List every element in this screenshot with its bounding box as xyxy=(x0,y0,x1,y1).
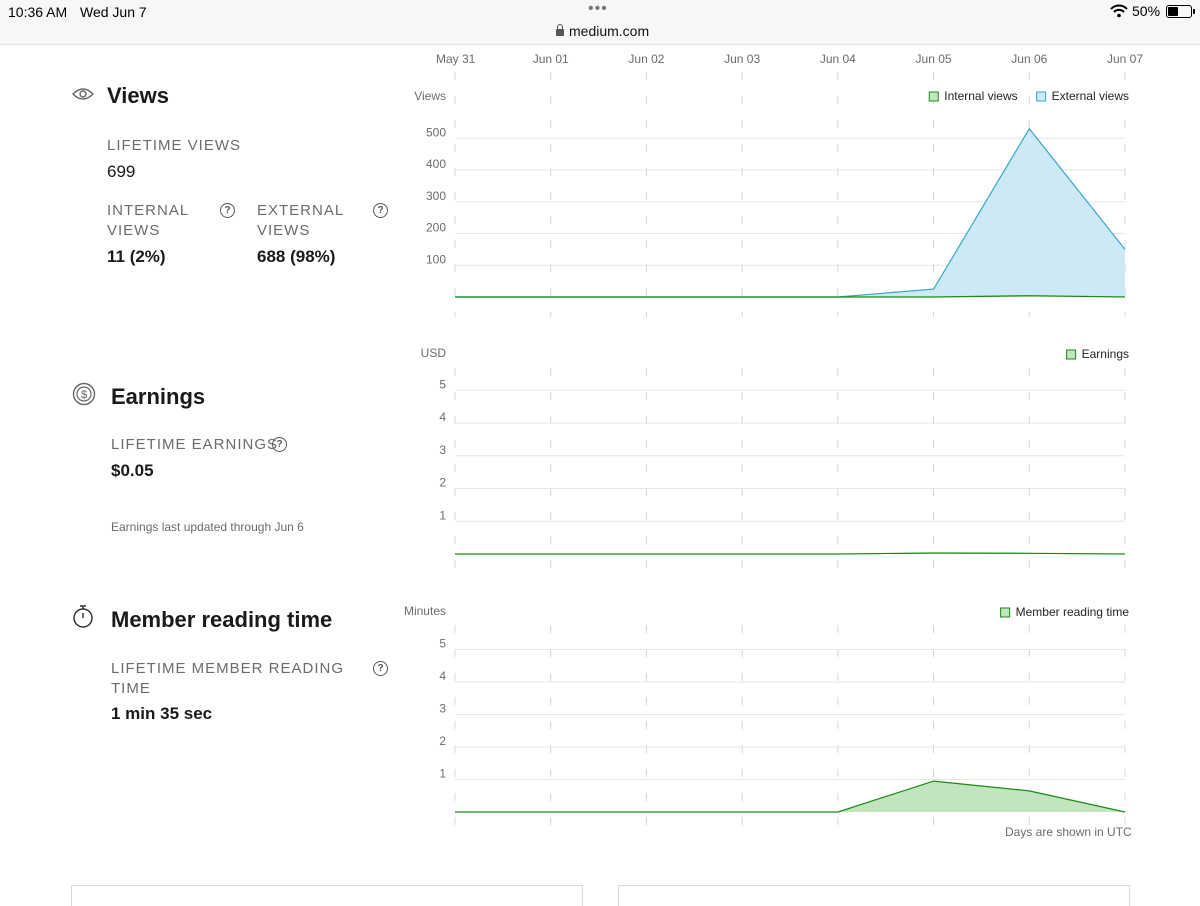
series-area xyxy=(455,781,1125,812)
x-tick-label: Jun 01 xyxy=(533,52,569,66)
y-axis-label: Views xyxy=(414,89,446,103)
bottom-card-right xyxy=(618,885,1130,906)
y-axis-label: Minutes xyxy=(404,604,446,618)
y-tick-label: 2 xyxy=(439,734,446,748)
series-area xyxy=(455,128,1125,297)
legend-label: Internal views xyxy=(944,89,1017,103)
x-tick-label: May 31 xyxy=(436,52,476,66)
x-tick-label: Jun 05 xyxy=(916,52,952,66)
y-tick-label: 3 xyxy=(439,443,446,457)
legend-swatch xyxy=(928,91,939,102)
series-line xyxy=(455,552,1126,555)
y-tick-label: 200 xyxy=(426,221,446,235)
x-tick-label: Jun 07 xyxy=(1107,52,1143,66)
y-tick-label: 1 xyxy=(439,508,446,522)
y-tick-label: 5 xyxy=(439,637,446,651)
y-tick-label: 4 xyxy=(439,669,446,683)
legend-label: Earnings xyxy=(1082,347,1129,361)
legend-swatch xyxy=(1036,91,1047,102)
y-tick-label: 100 xyxy=(426,252,446,266)
y-tick-label: 4 xyxy=(439,410,446,424)
legend-label: Member reading time xyxy=(1016,605,1130,619)
x-tick-label: Jun 02 xyxy=(628,52,664,66)
y-tick-label: 400 xyxy=(426,157,446,171)
x-tick-label: Jun 06 xyxy=(1011,52,1047,66)
y-tick-label: 2 xyxy=(439,476,446,490)
legend-swatch xyxy=(1000,607,1011,618)
y-tick-label: 500 xyxy=(426,125,446,139)
y-tick-label: 5 xyxy=(439,377,446,391)
bottom-card-left xyxy=(71,885,583,906)
y-tick-label: 3 xyxy=(439,702,446,716)
y-tick-label: 1 xyxy=(439,767,446,781)
legend-label: External views xyxy=(1052,89,1129,103)
utc-note: Days are shown in UTC xyxy=(1005,825,1132,839)
y-axis-label: USD xyxy=(421,346,447,360)
stats-charts: May 31 Jun 01 Jun 02 Jun 03 Jun 04 Jun 05 Jun … xyxy=(404,52,1143,832)
x-tick-label: Jun 04 xyxy=(820,52,856,66)
x-tick-label: Jun 03 xyxy=(724,52,760,66)
legend-swatch xyxy=(1066,349,1077,360)
y-tick-label: 300 xyxy=(426,189,446,203)
